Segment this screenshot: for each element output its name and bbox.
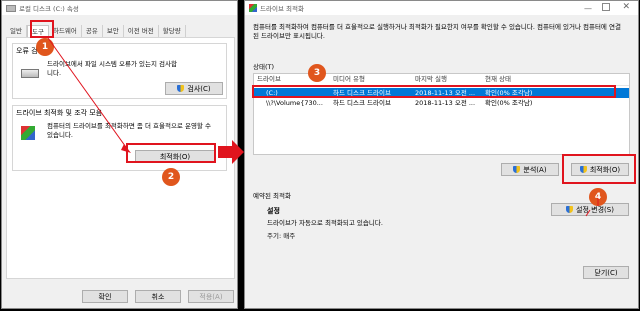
annotation-arrow-4 <box>585 198 599 217</box>
